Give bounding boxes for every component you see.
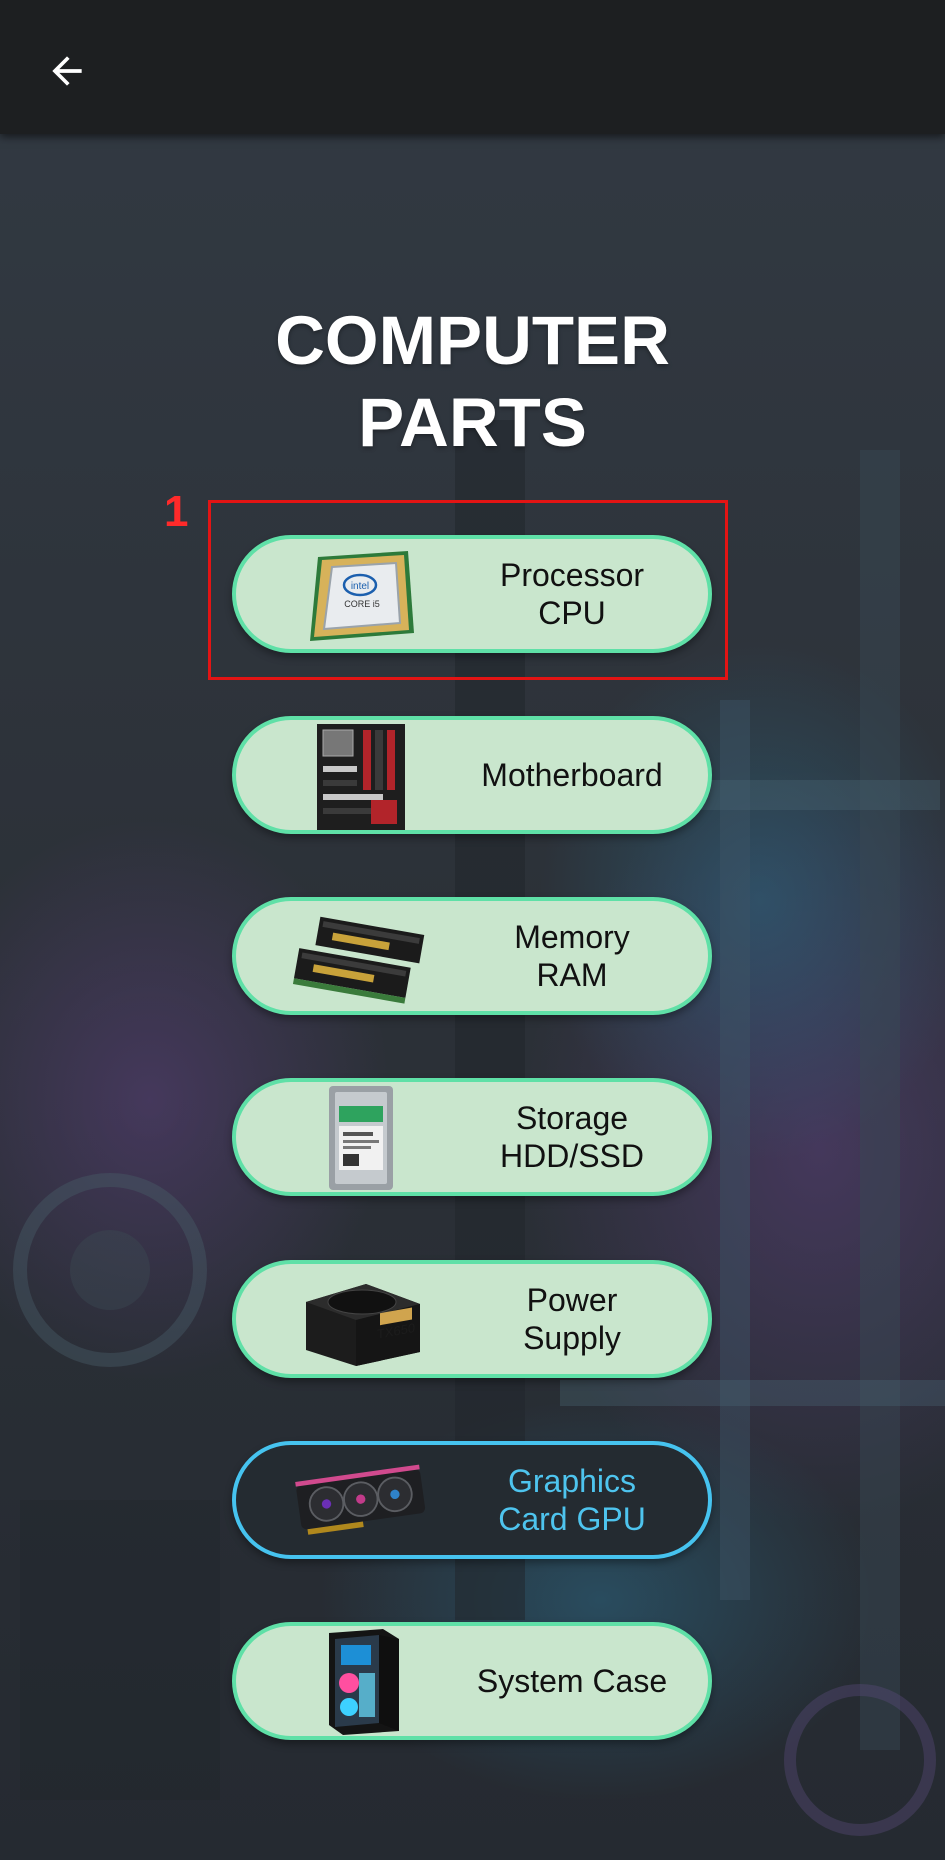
part-label: Processor CPU: [472, 539, 672, 649]
part-button-cpu[interactable]: intel CORE i5 Processor CPU: [232, 535, 712, 653]
app-bar: [0, 0, 945, 134]
graphics-card-image: [291, 1449, 431, 1553]
part-label-line-2: Supply: [523, 1320, 621, 1356]
pc-case-image: [291, 1629, 431, 1735]
svg-text:intel: intel: [351, 581, 369, 592]
part-button-gpu[interactable]: Graphics Card GPU: [232, 1441, 712, 1559]
part-label-line-1: Memory: [514, 919, 630, 955]
arrow-left-icon: [52, 56, 82, 86]
part-button-motherboard[interactable]: Motherboard: [232, 716, 712, 834]
part-label-line-1: System Case: [476, 1663, 668, 1699]
part-label-line-1: Motherboard: [481, 757, 663, 793]
part-label: Power Supply: [472, 1264, 672, 1374]
part-label: Motherboard: [472, 720, 672, 830]
part-button-storage[interactable]: Storage HDD/SSD: [232, 1078, 712, 1196]
title-line-1: COMPUTER: [275, 302, 670, 379]
part-label-line-1: Graphics: [507, 1463, 637, 1499]
part-label-line-1: Power: [526, 1282, 618, 1318]
title-line-2: PARTS: [358, 384, 587, 461]
annotation-marker: 1: [164, 487, 189, 536]
back-button[interactable]: [36, 40, 98, 102]
part-label-line-2: RAM: [536, 957, 608, 993]
part-label-line-2: CPU: [538, 595, 606, 631]
cpu-chip-image: intel CORE i5: [291, 543, 431, 647]
part-button-power-supply[interactable]: TX650 Power Supply: [232, 1260, 712, 1378]
part-label-line-1: Processor: [499, 557, 645, 593]
page-title: COMPUTER PARTS: [0, 300, 945, 464]
ram-modules-image: [291, 905, 431, 1009]
part-label: Storage HDD/SSD: [472, 1082, 672, 1192]
power-supply-image: TX650: [291, 1268, 431, 1372]
part-label-line-1: Storage: [515, 1100, 629, 1136]
svg-text:CORE i5: CORE i5: [344, 599, 380, 609]
part-button-ram[interactable]: Memory RAM: [232, 897, 712, 1015]
hard-drive-image: [291, 1086, 431, 1190]
part-label: Graphics Card GPU: [472, 1445, 672, 1555]
part-button-case[interactable]: System Case: [232, 1622, 712, 1740]
part-label-line-2: HDD/SSD: [499, 1138, 644, 1174]
part-label-line-2: Card GPU: [498, 1501, 646, 1537]
part-label: Memory RAM: [472, 901, 672, 1011]
motherboard-image: [291, 724, 431, 830]
part-label: System Case: [472, 1626, 672, 1736]
